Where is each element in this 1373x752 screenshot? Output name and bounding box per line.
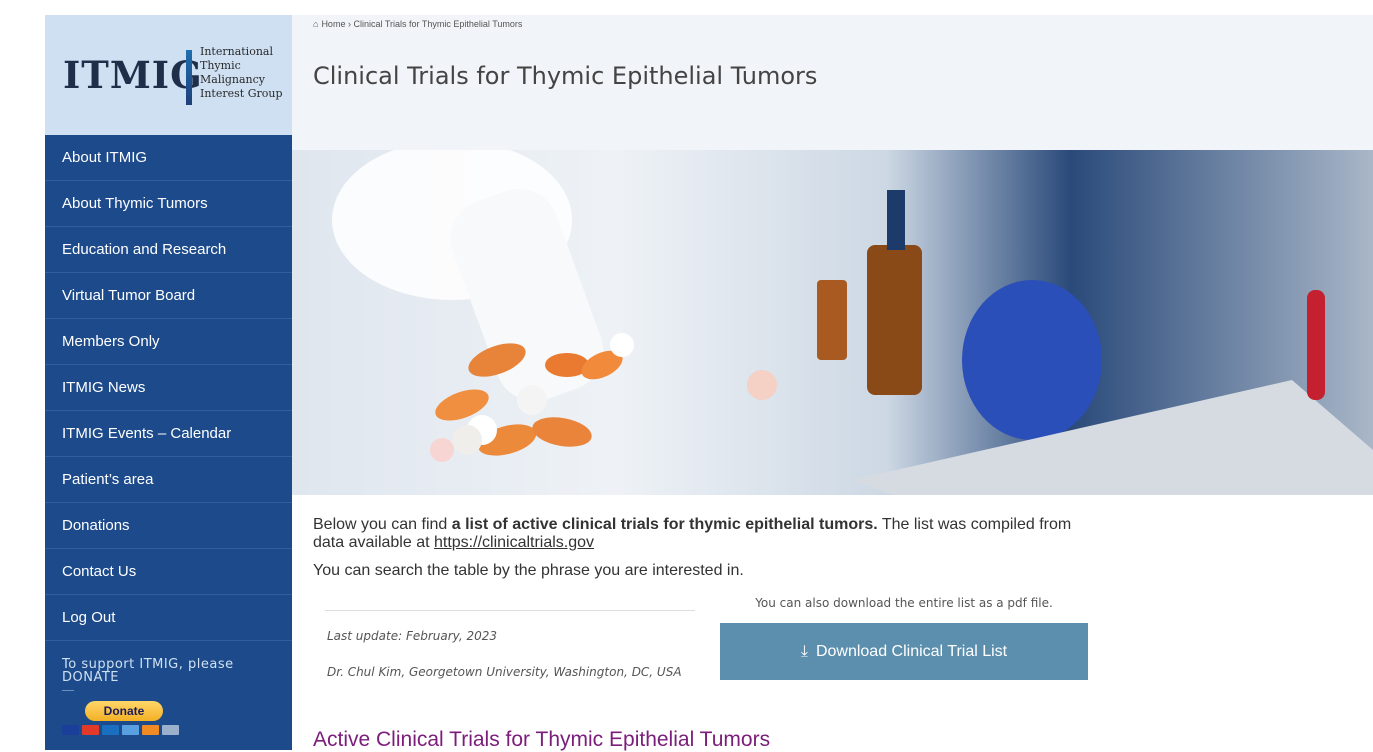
home-icon[interactable]: ⌂ [313,19,318,29]
logo-subtitle-line: Thymic [200,59,241,72]
amex-card-icon [122,725,139,735]
generic-card-icon [162,725,179,735]
download-clinical-trial-list-button[interactable]: ⤓ Download Clinical Trial List [720,623,1088,680]
sidebar-item-virtual-tumor-board[interactable]: Virtual Tumor Board [45,273,292,319]
breadcrumb-home[interactable]: Home [321,19,345,29]
donate-button[interactable]: Donate [85,701,163,721]
sidebar-item-events-calendar[interactable]: ITMIG Events – Calendar [45,411,292,457]
sidebar-item-members-only[interactable]: Members Only [45,319,292,365]
payment-cards [62,725,292,735]
sidebar-nav: About ITMIG About Thymic Tumors Educatio… [45,135,292,641]
support-text: To support ITMIG, please DONATE [62,657,234,685]
logo-subtitle-line: Malignancy [200,73,266,86]
breadcrumb: ⌂ Home › Clinical Trials for Thymic Epith… [313,19,522,29]
breadcrumb-separator: › [347,19,351,29]
page-title: Clinical Trials for Thymic Epithelial Tu… [313,62,818,90]
sidebar: ITMIG International Thymic Malignancy In… [45,15,292,750]
sidebar-item-patients-area[interactable]: Patient’s area [45,457,292,503]
mastercard-icon [82,725,99,735]
logo-subtitle-line: International [200,45,273,58]
download-note: You can also download the entire list as… [755,596,1053,610]
logo-wordmark: ITMIG [63,53,203,97]
intro-paragraph: Below you can find a list of active clin… [313,516,1103,552]
search-note: You can search the table by the phrase y… [313,562,744,579]
sidebar-item-about-itmig[interactable]: About ITMIG [45,135,292,181]
download-icon: ⤓ [800,643,808,660]
hero-image [292,150,1373,495]
logo-divider-bar [186,50,192,105]
logo-subtitle-line: Interest Group [200,87,283,100]
section-title: Active Clinical Trials for Thymic Epithe… [313,728,771,751]
author-credit: Dr. Chul Kim, Georgetown University, Was… [327,665,682,679]
support-divider [62,690,74,691]
hero-illustration [332,150,1373,495]
discover-card-icon [142,725,159,735]
maestro-card-icon [102,725,119,735]
sidebar-item-education-research[interactable]: Education and Research [45,227,292,273]
sidebar-item-about-thymic-tumors[interactable]: About Thymic Tumors [45,181,292,227]
last-update: Last update: February, 2023 [327,629,498,643]
site-logo[interactable]: ITMIG International Thymic Malignancy In… [45,15,292,135]
sidebar-item-contact-us[interactable]: Contact Us [45,549,292,595]
sidebar-item-donations[interactable]: Donations [45,503,292,549]
visa-card-icon [62,725,79,735]
sidebar-item-log-out[interactable]: Log Out [45,595,292,641]
intro-highlight: a list of active clinical trials for thy… [451,516,878,533]
clinicaltrials-link[interactable]: https://clinicaltrials.gov [434,534,594,551]
logo-subtitle: International Thymic Malignancy Interest… [200,45,282,101]
sidebar-item-itmig-news[interactable]: ITMIG News [45,365,292,411]
info-divider [325,610,695,611]
intro-text: Below you can find [313,516,452,533]
download-button-label: Download Clinical Trial List [815,643,1008,660]
breadcrumb-current: Clinical Trials for Thymic Epithelial Tu… [353,19,523,29]
